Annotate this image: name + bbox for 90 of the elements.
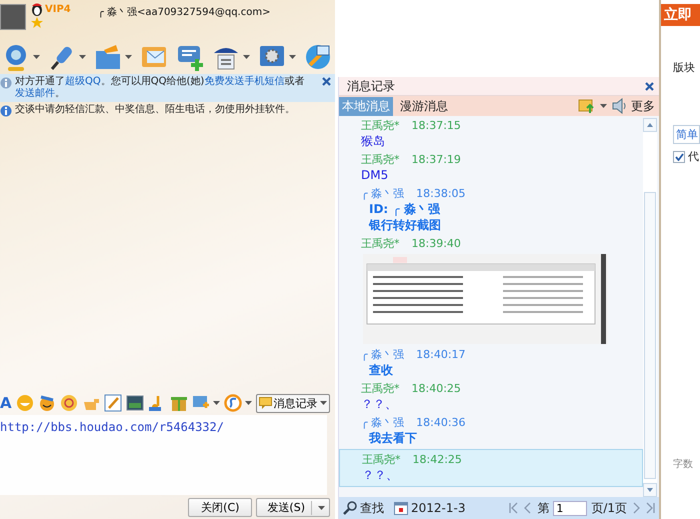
message-text: 猴岛 [360, 133, 386, 149]
caret-icon[interactable] [318, 506, 325, 510]
info-icon [0, 105, 12, 117]
gift-icon[interactable] [170, 394, 188, 412]
editor-tab[interactable]: 简单 [673, 125, 700, 144]
message-time: 18:40:36 [416, 415, 466, 430]
scroll-thumb[interactable] [644, 192, 656, 479]
message-time: 18:37:15 [412, 118, 461, 133]
sender-name: ╭ 淼丶强 [361, 347, 404, 362]
message-add-icon[interactable] [176, 43, 204, 71]
message-input[interactable]: http://bbs.houdao.com/r5464332/ [0, 415, 327, 495]
sender-name: 王禹尧* [361, 152, 400, 167]
message-text: DM5 [360, 167, 390, 183]
pencil-box-icon[interactable] [104, 394, 122, 412]
calendar-icon [394, 501, 408, 515]
caret-icon[interactable] [125, 55, 132, 59]
picture-icon[interactable] [126, 394, 144, 412]
next-page-icon[interactable] [631, 502, 641, 514]
page-input[interactable]: 1 [553, 500, 588, 516]
avatar-photo [0, 4, 26, 30]
previous-page-icon[interactable] [523, 502, 534, 514]
selected-message[interactable]: 王禹尧* 18:42:25 ？？、 [339, 449, 643, 487]
message-time: 18:37:19 [412, 152, 461, 167]
link[interactable]: 超级QQ [65, 76, 101, 87]
message-text: ？？、 [360, 396, 398, 412]
folder-icon[interactable] [94, 43, 122, 71]
sender-name: 王禹尧* [362, 452, 400, 467]
caret-icon[interactable] [600, 104, 607, 108]
close-button[interactable]: 关闭(C) [188, 498, 252, 517]
close-icon[interactable] [645, 82, 654, 90]
link[interactable]: 发送邮件 [15, 88, 55, 99]
sender-name: ╭ 淼丶强 [361, 186, 404, 201]
scroll-down-icon[interactable] [643, 483, 657, 497]
search-button[interactable]: 查找 [343, 500, 384, 516]
checkbox-label: 代 [688, 149, 699, 164]
contact-name: ╭ 淼丶强<aa709327594@qq.com> [98, 6, 270, 19]
speech-bubble-icon [258, 397, 272, 409]
caret-icon[interactable] [243, 55, 250, 59]
info-icon [0, 77, 12, 89]
sender-name: 王禹尧* [361, 236, 400, 251]
message-text: 查收 [368, 362, 394, 378]
speaker-icon[interactable] [611, 98, 627, 114]
vip-level: VIP4 [45, 4, 71, 14]
caret-icon[interactable] [33, 55, 40, 59]
message-text: 我去看下 [368, 430, 418, 446]
tab[interactable]: 漫游消息 [397, 96, 451, 116]
message-time: 18:40:25 [412, 381, 461, 396]
checkmark-icon [674, 152, 684, 160]
notice-text: 对方开通了超级QQ。您可以用QQ给他(她)免费发送手机短信或者 发送邮件。 [15, 76, 306, 100]
sender-name: ╭ 淼丶强 [361, 415, 404, 430]
circular-s-icon[interactable] [224, 394, 242, 412]
caret-icon[interactable] [320, 401, 327, 405]
message-text: ID: ╭ 淼丶强 [368, 201, 441, 217]
page-count: 页/1页 [591, 500, 627, 516]
scrollbar[interactable] [643, 118, 657, 497]
date-button[interactable]: 2012-1-3 [394, 501, 466, 515]
caret-icon[interactable] [212, 401, 220, 405]
font-button[interactable]: A [0, 394, 12, 412]
sender-name: 王禹尧* [361, 118, 400, 133]
caret-icon[interactable] [289, 55, 296, 59]
sender-name: 王禹尧* [361, 381, 400, 396]
scroll-up-icon[interactable] [643, 118, 657, 132]
globe-icon[interactable] [304, 43, 332, 71]
message-time: 18:39:40 [412, 236, 461, 251]
field-label: 版块 [673, 60, 696, 75]
page-label: 第 [537, 500, 550, 516]
search-icon [343, 501, 357, 515]
close-icon[interactable] [322, 77, 331, 86]
message-time: 18:42:25 [412, 452, 462, 467]
export-icon[interactable] [578, 98, 596, 114]
checkbox[interactable] [673, 150, 685, 162]
notice-text: 交谈中请勿轻信汇款、中奖信息、陌生电话，勿使用外挂软件。 [15, 104, 296, 116]
penguin-icon [31, 2, 43, 16]
banner-button[interactable]: 立即 [661, 4, 700, 26]
first-page-icon[interactable] [509, 502, 520, 514]
message-history-button[interactable]: 消息记录 [256, 394, 330, 412]
grinning-face-icon[interactable] [38, 394, 56, 412]
message-text: 银行转好截图 [368, 217, 442, 233]
star-icon [31, 17, 43, 29]
last-page-icon[interactable] [645, 502, 655, 514]
message-time: 18:40:17 [416, 347, 466, 362]
word-count-label: 字数 [672, 458, 694, 472]
message-text: ？？、 [361, 467, 399, 483]
panel-title: 消息记录 [347, 78, 395, 94]
caret-icon[interactable] [79, 55, 86, 59]
message-time: 18:38:05 [416, 186, 466, 201]
caret-icon[interactable] [244, 401, 252, 405]
send-button[interactable]: 发送(S) [256, 498, 330, 517]
link[interactable]: 免费发送手机短信 [204, 76, 284, 87]
more-link[interactable]: 更多 [631, 98, 655, 114]
